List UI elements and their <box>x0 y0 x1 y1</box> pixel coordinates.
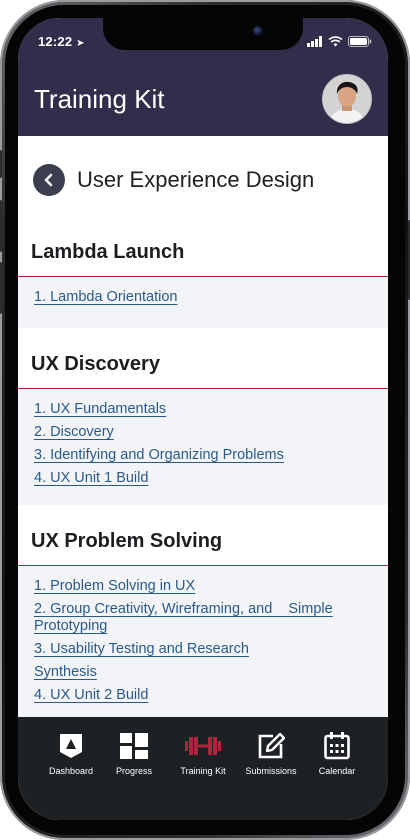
lesson-link[interactable]: 1. UX Fundamentals <box>34 401 372 418</box>
tab-progress[interactable]: Progress <box>99 731 169 776</box>
page-title: User Experience Design <box>77 167 315 192</box>
lesson-link[interactable]: 3. Identifying and Organizing Problems <box>34 447 372 464</box>
tab-label: Dashboard <box>48 766 94 776</box>
dashboard-icon <box>60 734 82 758</box>
volume-down-button <box>0 262 2 314</box>
section-title: UX Problem Solving <box>18 517 388 566</box>
app-title: Training Kit <box>34 84 165 114</box>
dumbbell-icon <box>185 737 221 755</box>
tab-training-kit[interactable]: Training Kit <box>168 731 238 776</box>
status-time-text: 12:22 <box>38 34 73 49</box>
notch <box>103 18 303 50</box>
page-title-row: User Experience Design <box>18 136 388 228</box>
section-list: 1. Problem Solving in UX 2. Group Creati… <box>18 566 388 717</box>
lesson-link[interactable]: 2. Discovery <box>34 424 372 441</box>
lesson-link[interactable]: Synthesis <box>34 664 372 681</box>
tab-submissions[interactable]: Submissions <box>236 731 306 776</box>
section-title: Lambda Launch <box>18 228 388 277</box>
location-arrow-icon: ➤ <box>76 38 85 49</box>
screen: 12:22 ➤ Training Kit User Experience Des… <box>18 18 388 820</box>
tab-label: Training Kit <box>180 766 226 776</box>
edit-icon <box>258 732 285 759</box>
front-camera <box>253 26 263 36</box>
section-title: UX Discovery <box>18 340 388 389</box>
calendar-icon <box>324 732 350 760</box>
grid-icon <box>120 733 148 759</box>
section-list: 1. Lambda Orientation <box>18 277 388 328</box>
mute-switch <box>0 150 2 178</box>
chevron-left-icon <box>44 173 53 187</box>
tab-bar: Dashboard Progress Training Kit Submissi… <box>18 717 388 820</box>
tab-label: Calendar <box>318 766 356 776</box>
status-time: 12:22 ➤ <box>38 34 85 49</box>
lesson-link[interactable]: 1. Lambda Orientation <box>34 289 372 306</box>
tab-calendar[interactable]: Calendar <box>302 731 372 776</box>
lesson-link[interactable]: 1. Problem Solving in UX <box>34 578 372 595</box>
back-button[interactable] <box>33 164 65 196</box>
lesson-link[interactable]: 4. UX Unit 1 Build <box>34 470 372 487</box>
battery-icon <box>348 36 372 47</box>
tab-label: Progress <box>115 766 152 776</box>
section-list: 1. UX Fundamentals 2. Discovery 3. Ident… <box>18 389 388 505</box>
section-spacer <box>18 328 388 340</box>
signal-icon <box>307 36 322 47</box>
wifi-icon <box>328 36 343 47</box>
tab-label: Submissions <box>245 766 297 776</box>
status-icons <box>307 36 372 47</box>
lesson-link[interactable]: 4. UX Unit 2 Build <box>34 687 372 704</box>
volume-up-button <box>0 200 2 252</box>
profile-photo <box>323 75 371 123</box>
tab-dashboard[interactable]: Dashboard <box>36 731 106 776</box>
lesson-link[interactable]: 3. Usability Testing and Research <box>34 641 372 658</box>
section-spacer <box>18 505 388 517</box>
phone-frame: 12:22 ➤ Training Kit User Experience Des… <box>0 0 410 840</box>
avatar[interactable] <box>322 74 372 124</box>
lesson-link[interactable]: 2. Group Creativity, Wireframing, and Si… <box>34 601 372 635</box>
content-scroll[interactable]: User Experience Design Lambda Launch 1. … <box>18 136 388 717</box>
app-header: Training Kit <box>18 62 388 136</box>
